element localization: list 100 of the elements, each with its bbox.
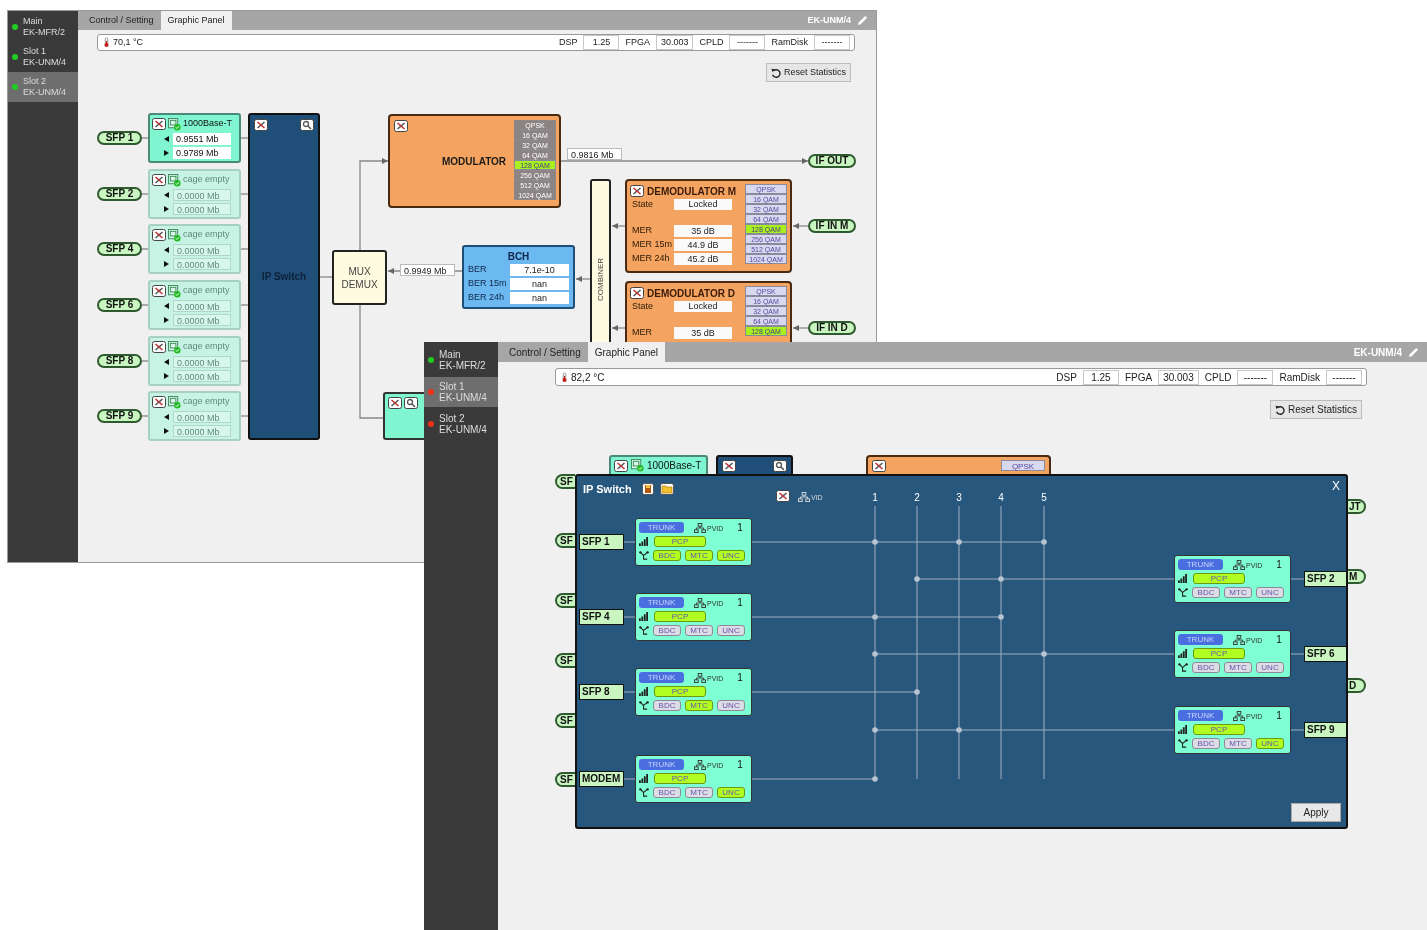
interface-label: IF IN D [808,321,856,335]
modulation-option[interactable]: QPSK [1001,460,1045,471]
pvid-value: 1 [1276,633,1282,647]
flag-toggle[interactable]: BDC [653,787,681,798]
left-triangle-icon [164,413,169,420]
flag-toggle[interactable]: BDC [653,700,681,711]
value-field: nan [510,278,569,290]
reading-label: DSP [1055,370,1078,385]
module-status-icon [168,228,181,242]
rate-field: 0.9551 Mb [173,132,231,145]
flag-toggle[interactable]: MTC [685,625,713,636]
port-label: SFP 6 [1304,646,1347,662]
reading-label: RamDisk [1278,370,1321,385]
reading-label: CPLD [1203,370,1233,385]
tab[interactable]: Graphic Panel [587,342,666,362]
folder-icon[interactable] [659,483,674,496]
flag-toggle[interactable]: UNC [717,787,745,798]
connector-line [141,360,149,362]
rate-field: 0.0000 Mb [173,355,231,368]
reset-icon [1275,404,1286,415]
priority-tag[interactable]: PCP [1193,573,1245,584]
module-status-icon [631,459,644,472]
sidebar-item[interactable]: Slot 2 EK-UNM/4 [8,72,78,102]
priority-tag[interactable]: PCP [654,611,706,622]
interface-label: SFP 9 [97,409,142,423]
flag-toggle[interactable]: MTC [1224,738,1252,749]
flag-toggle[interactable]: UNC [1256,662,1284,673]
interface-label: SF [555,474,575,489]
left-triangle-icon [164,246,169,253]
reset-statistics-button[interactable]: Reset Statistics [1270,400,1362,419]
rate-field: 0.0000 Mb [173,243,231,256]
signal-bars-icon [639,687,648,696]
tab[interactable]: Graphic Panel [160,11,232,30]
priority-tag[interactable]: PCP [654,686,706,697]
block-title: DEMODULATOR D [647,286,735,301]
mode-tag[interactable]: TRUNK [1178,634,1223,645]
network-icon [1233,634,1245,645]
flag-toggle[interactable]: MTC [685,700,713,711]
field-label: State [631,197,654,211]
connector-line [141,248,149,250]
save-icon[interactable] [641,483,654,496]
network-icon [694,597,706,608]
mode-tag[interactable]: TRUNK [1178,710,1223,721]
column-number: 3 [955,492,963,504]
right-triangle-icon [164,149,169,156]
flag-toggle[interactable]: UNC [1256,738,1284,749]
column-number: 4 [997,492,1005,504]
reading-label: FPGA [1123,370,1154,385]
rate-field: 0.0000 Mb [173,369,231,382]
reading-value: ------- [814,35,850,50]
value-field: Locked [674,301,732,312]
rate-field: 0.9816 Mb [567,148,622,160]
flag-toggle[interactable]: BDC [1192,738,1220,749]
priority-tag[interactable]: PCP [1193,648,1245,659]
priority-tag[interactable]: PCP [1193,724,1245,735]
priority-tag[interactable]: PCP [654,773,706,784]
mode-tag[interactable]: TRUNK [1178,559,1223,570]
thermometer-icon [104,37,109,48]
field-label: BER [468,263,488,277]
reset-statistics-button[interactable]: Reset Statistics [765,63,851,82]
flag-toggle[interactable]: MTC [1224,662,1252,673]
signal-bars-icon [1178,725,1187,734]
left-triangle-icon [164,191,169,198]
signal-bars-icon [639,774,648,783]
interface-label: SFP 4 [97,242,142,256]
flag-toggle[interactable]: UNC [717,700,745,711]
pencil-icon [857,15,868,26]
block-label: COMBINER [594,256,606,301]
mode-tag[interactable]: TRUNK [639,597,684,608]
flag-toggle[interactable]: BDC [1192,587,1220,598]
column-number: 5 [1040,492,1048,504]
close-button[interactable]: X [1332,479,1340,493]
module-status-icon [168,395,181,409]
flag-toggle[interactable]: MTC [1224,587,1252,598]
flag-toggle[interactable]: UNC [1256,587,1284,598]
flag-toggle[interactable]: UNC [717,550,745,561]
module-name: cage empty [183,228,230,242]
mode-tag[interactable]: TRUNK [639,522,684,533]
network-icon [694,672,706,683]
temperature-reading: 82,2 °C [571,370,605,385]
interface-label: SFP 6 [97,298,142,312]
interface-label: IF OUT [808,154,856,168]
interface-label: SF [555,653,575,668]
pvid-value: 1 [1276,558,1282,572]
flag-toggle[interactable]: BDC [653,550,681,561]
port-label: SFP 2 [1304,571,1347,587]
flag-toggle[interactable]: MTC [685,550,713,561]
rate-field: 0.0000 Mb [173,299,231,312]
flag-toggle[interactable]: MTC [685,787,713,798]
mode-tag[interactable]: TRUNK [639,759,684,770]
apply-button[interactable]: Apply [1291,803,1341,822]
flag-toggle[interactable]: BDC [1192,662,1220,673]
flag-toggle[interactable]: BDC [653,625,681,636]
sidebar-item[interactable]: Slot 1 EK-UNM/4 [424,377,498,407]
branch-icon [639,701,649,710]
mode-tag[interactable]: TRUNK [639,672,684,683]
priority-tag[interactable]: PCP [654,536,706,547]
field-label: MER 15m [631,238,673,252]
flag-toggle[interactable]: UNC [717,625,745,636]
reading-value: ------- [729,35,766,50]
